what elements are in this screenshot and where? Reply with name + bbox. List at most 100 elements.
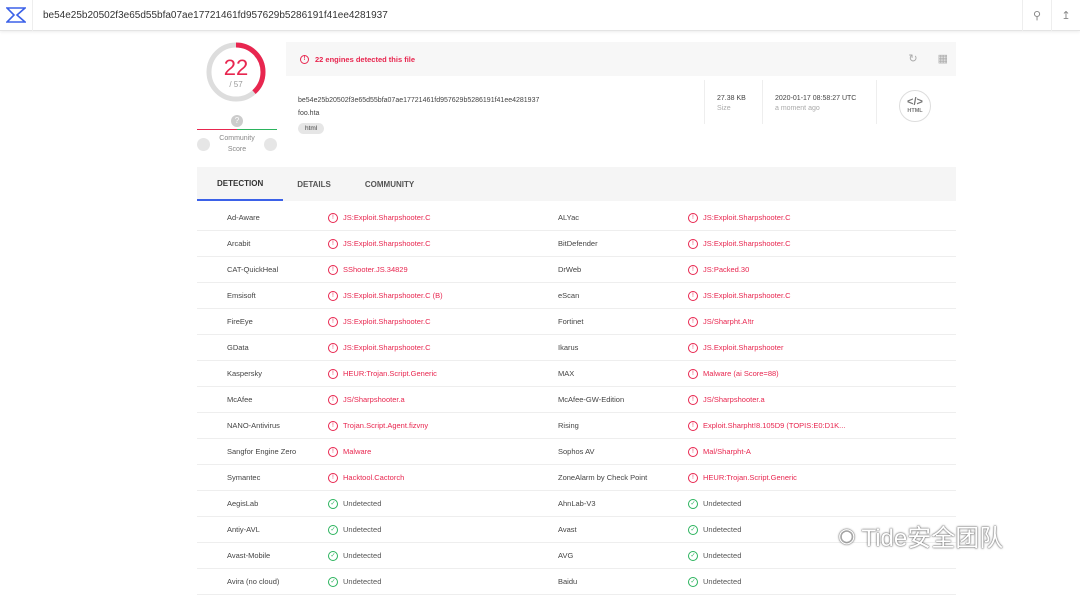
tab-community[interactable]: COMMUNITY	[345, 167, 434, 201]
detection-score-ring: 22 / 57	[205, 41, 267, 103]
alert-icon: !	[688, 291, 698, 301]
alert-icon: !	[688, 447, 698, 457]
table-row: Kaspersky!HEUR:Trojan.Script.GenericMAX!…	[197, 361, 956, 387]
engine-result: !JS:Packed.30	[688, 265, 749, 275]
result-text: JS/Sharpshooter.a	[343, 395, 405, 404]
graph-icon[interactable]: ▦	[938, 52, 948, 65]
engine-result: ! Malware	[328, 447, 558, 457]
table-row: McAfee!JS/Sharpshooter.aMcAfee-GW-Editio…	[197, 387, 956, 413]
engine-name: Arcabit	[197, 239, 328, 248]
result-text: JS:Exploit.Sharpshooter.C	[343, 343, 431, 352]
engine-result: !JS:Exploit.Sharpshooter.C	[688, 213, 791, 223]
engine-result: ✓Undetected	[328, 577, 558, 587]
engine-name: Antiy-AVL	[197, 525, 328, 534]
upvote-icon[interactable]	[264, 138, 277, 151]
result-text: JS:Exploit.Sharpshooter.C	[343, 239, 431, 248]
downvote-icon[interactable]	[197, 138, 210, 151]
engine-name: Emsisoft	[197, 291, 328, 300]
engine-result: ! Mal/Sharpht-A	[688, 447, 751, 457]
result-text: JS:Exploit.Sharpshooter.C	[703, 291, 791, 300]
table-row: Sangfor Engine Zero! Malware Sophos AV! Mal…	[197, 439, 956, 465]
result-text: SShooter.JS.34829	[343, 265, 408, 274]
engine-name: Sangfor Engine Zero	[197, 447, 328, 456]
table-row: Symantec!Hacktool.CactorchZoneAlarm by C…	[197, 465, 956, 491]
engine-name: Symantec	[197, 473, 328, 482]
alert-icon: !	[328, 447, 338, 457]
result-text: Undetected	[343, 551, 381, 560]
alert-icon: !	[688, 317, 698, 327]
result-text: Undetected	[343, 499, 381, 508]
check-icon: ✓	[688, 551, 698, 561]
engine-result: !Malware (ai Score=88)	[688, 369, 779, 379]
detected-count: 22	[205, 55, 267, 81]
result-text: Undetected	[703, 525, 741, 534]
alert-icon: !	[328, 213, 338, 223]
engine-result: !JS/Sharpshooter.a	[688, 395, 765, 405]
engine-name: GData	[197, 343, 328, 352]
reanalyze-icon[interactable]: ↻	[908, 52, 917, 65]
engine-name: Sophos AV	[558, 447, 688, 456]
engine-name: DrWeb	[558, 265, 688, 274]
community-bar	[197, 129, 277, 130]
engine-result: !HEUR:Trojan.Script.Generic	[688, 473, 797, 483]
tab-bar: DETECTION DETAILS COMMUNITY	[197, 167, 956, 201]
alert-icon: !	[328, 473, 338, 483]
table-row: Ad-Aware!JS:Exploit.Sharpshooter.CALYac!…	[197, 205, 956, 231]
engine-name: Baidu	[558, 577, 688, 586]
engine-name: McAfee-GW-Edition	[558, 395, 688, 404]
alert-icon: !	[688, 473, 698, 483]
virustotal-logo-icon[interactable]	[0, 0, 33, 31]
detection-banner: ! 22 engines detected this file ↻▦	[286, 42, 956, 76]
engine-name: NANO-Antivirus	[197, 421, 328, 430]
alert-icon: !	[688, 343, 698, 353]
table-row: Arcabit!JS:Exploit.Sharpshooter.CBitDefe…	[197, 231, 956, 257]
watermark: ◉Tide安全团队	[838, 518, 1003, 553]
upload-icon[interactable]: ↥	[1051, 0, 1080, 31]
search-input[interactable]: be54e25b20502f3e65d55bfa07ae17721461fd95…	[33, 10, 1022, 21]
engine-name: Ad-Aware	[197, 213, 328, 222]
table-row: GData!JS:Exploit.Sharpshooter.CIkarus!JS…	[197, 335, 956, 361]
engine-result: ! JS/Sharpshooter.a	[328, 395, 558, 405]
engine-result: ✓Undetected	[688, 499, 741, 509]
engine-name: eScan	[558, 291, 688, 300]
table-row: NANO-Antivirus!Trojan.Script.Agent.fizvn…	[197, 413, 956, 439]
tab-details[interactable]: DETAILS	[283, 167, 345, 201]
file-tag[interactable]: html	[298, 123, 324, 134]
engine-result: ✓Undetected	[328, 525, 558, 535]
tab-detection[interactable]: DETECTION	[197, 167, 283, 201]
alert-icon: !	[688, 421, 698, 431]
engine-result: ✓Undetected	[688, 525, 741, 535]
engine-name: BitDefender	[558, 239, 688, 248]
file-date: 2020-01-17 08:58:27 UTC	[775, 95, 856, 102]
result-text: Undetected	[703, 551, 741, 560]
engine-result: !JS:Exploit.Sharpshooter.C	[328, 213, 558, 223]
alert-icon: !	[328, 291, 338, 301]
engine-result: !JS:Exploit.Sharpshooter.C	[328, 239, 558, 249]
date-relative: a moment ago	[775, 105, 856, 112]
total-engines: / 57	[205, 80, 267, 89]
check-icon: ✓	[688, 499, 698, 509]
result-text: JS:Exploit.Sharpshooter.C (B)	[343, 291, 443, 300]
search-icon[interactable]: ⚲	[1022, 0, 1051, 31]
table-row: Emsisoft! JS:Exploit.Sharpshooter.C (B) eS…	[197, 283, 956, 309]
engine-result: ✓Undetected	[328, 499, 558, 509]
engine-result: !JS:Exploit.Sharpshooter.C	[328, 343, 558, 353]
engine-name: Avast-Mobile	[197, 551, 328, 560]
engine-result: !Trojan.Script.Agent.fizvny	[328, 421, 558, 431]
alert-icon: !	[328, 395, 338, 405]
check-icon: ✓	[328, 551, 338, 561]
result-text: Malware	[343, 447, 371, 456]
alert-icon: !	[688, 239, 698, 249]
engine-result: !JS:Exploit.Sharpshooter.C	[328, 317, 558, 327]
result-text: Hacktool.Cactorch	[343, 473, 404, 482]
result-text: JS/Sharpht.A!tr	[703, 317, 754, 326]
result-text: Undetected	[343, 525, 381, 534]
engine-result: ! JS/Sharpht.A!tr	[688, 317, 754, 327]
engine-result: ! Hacktool.Cactorch	[328, 473, 558, 483]
result-text: Mal/Sharpht-A	[703, 447, 751, 456]
result-text: Undetected	[703, 577, 741, 586]
result-text: JS:Exploit.Sharpshooter.C	[703, 239, 791, 248]
file-name: foo.hta	[298, 110, 319, 117]
result-text: JS/Sharpshooter.a	[703, 395, 765, 404]
engine-name: Avast	[558, 525, 688, 534]
